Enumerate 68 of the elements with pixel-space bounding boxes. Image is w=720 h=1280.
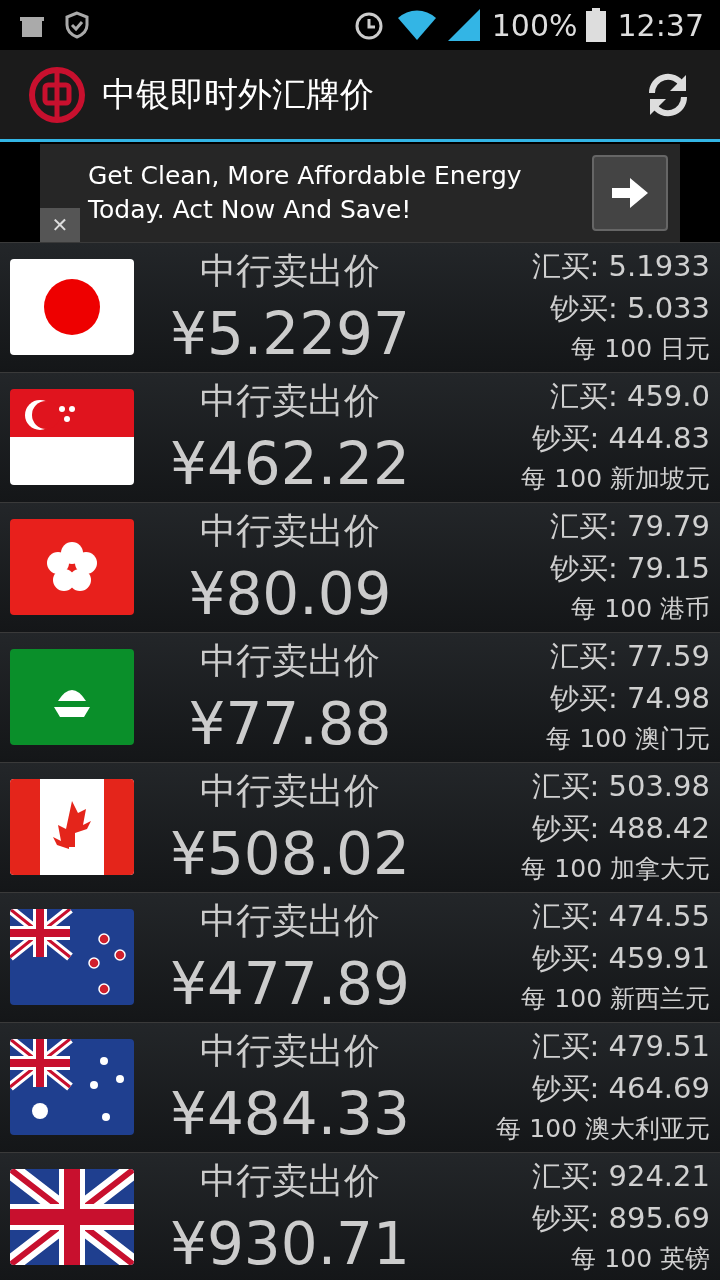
transfer-buy: 汇买: 474.55 (531, 898, 710, 935)
transfer-buy: 汇买: 77.59 (550, 638, 710, 675)
bank-logo-icon (28, 65, 86, 124)
cash-buy: 钞买: 444.83 (531, 420, 710, 457)
sell-label: 中行卖出价 (200, 1159, 380, 1203)
rate-row[interactable]: 中行卖出价 ¥5.2297 汇买: 5.1933 钞买: 5.033 每 100 日元 (0, 242, 720, 372)
app-title: 中银即时外汇牌价 (102, 73, 374, 116)
sell-price: ¥484.33 (170, 1079, 410, 1150)
flag-icon (10, 909, 134, 1005)
unit-label: 每 100 港币 (571, 593, 710, 625)
transfer-buy: 汇买: 459.0 (550, 378, 710, 415)
transfer-buy: 汇买: 924.21 (531, 1158, 710, 1195)
sell-label: 中行卖出价 (200, 769, 380, 813)
transfer-buy: 汇买: 503.98 (531, 768, 710, 805)
sell-label: 中行卖出价 (200, 249, 380, 293)
clock: 12:37 (617, 6, 704, 45)
sell-price: ¥80.09 (188, 559, 392, 630)
unit-label: 每 100 英镑 (571, 1243, 710, 1275)
ad-text[interactable]: Get Clean, More Affordable Energy Today. Act Now And Save! (88, 159, 548, 227)
transfer-buy: 汇买: 5.1933 (531, 248, 710, 285)
cash-buy: 钞买: 5.033 (550, 290, 710, 327)
battery-percent: 100% (491, 6, 578, 45)
battery-icon (585, 8, 606, 42)
rate-row[interactable]: 中行卖出价 ¥508.02 汇买: 503.98 钞买: 488.42 每 100 加拿大元 (0, 762, 720, 892)
rate-row[interactable]: 中行卖出价 ¥80.09 汇买: 79.79 钞买: 79.15 每 100 港币 (0, 502, 720, 632)
cash-buy: 钞买: 895.69 (531, 1200, 710, 1237)
rate-row[interactable]: 中行卖出价 ¥462.22 汇买: 459.0 钞买: 444.83 每 100 新加坡元 (0, 372, 720, 502)
unit-label: 每 100 新西兰元 (521, 983, 710, 1015)
cash-buy: 钞买: 74.98 (550, 680, 710, 717)
ad-close-button[interactable]: ✕ (40, 208, 80, 242)
shield-icon (64, 11, 90, 39)
flag-icon (10, 519, 134, 615)
sell-price: ¥930.71 (170, 1209, 410, 1280)
cash-buy: 钞买: 459.91 (531, 940, 710, 977)
sell-price: ¥462.22 (170, 429, 410, 500)
rate-row[interactable]: 中行卖出价 ¥930.71 汇买: 924.21 钞买: 895.69 每 100 英镑 (0, 1152, 720, 1280)
cash-buy: 钞买: 464.69 (531, 1070, 710, 1107)
sell-label: 中行卖出价 (200, 1029, 380, 1073)
sell-label: 中行卖出价 (200, 639, 380, 683)
transfer-buy: 汇买: 79.79 (550, 508, 710, 545)
rate-row[interactable]: 中行卖出价 ¥77.88 汇买: 77.59 钞买: 74.98 每 100 澳门元 (0, 632, 720, 762)
rate-row[interactable]: 中行卖出价 ¥484.33 汇买: 479.51 钞买: 464.69 每 100 澳大利亚元 (0, 1022, 720, 1152)
cash-buy: 钞买: 488.42 (531, 810, 710, 847)
unit-label: 每 100 加拿大元 (521, 853, 710, 885)
sell-label: 中行卖出价 (200, 379, 380, 423)
sell-price: ¥508.02 (170, 819, 410, 890)
flag-icon (10, 389, 134, 485)
unit-label: 每 100 澳门元 (546, 723, 710, 755)
flag-icon (10, 779, 134, 875)
arrow-icon (612, 178, 648, 208)
sell-label: 中行卖出价 (200, 899, 380, 943)
unit-label: 每 100 新加坡元 (521, 463, 710, 495)
transfer-buy: 汇买: 479.51 (531, 1028, 710, 1065)
signal-icon (447, 9, 480, 41)
sell-price: ¥77.88 (188, 689, 392, 760)
flag-icon (10, 259, 134, 355)
flag-icon (10, 1039, 134, 1135)
cash-buy: 钞买: 79.15 (550, 550, 710, 587)
sell-label: 中行卖出价 (200, 509, 380, 553)
ad-arrow-button[interactable] (592, 155, 668, 231)
flag-icon (10, 1169, 134, 1265)
wifi-icon (397, 10, 436, 40)
sell-price: ¥5.2297 (170, 299, 410, 370)
sell-price: ¥477.89 (170, 949, 410, 1020)
unit-label: 每 100 日元 (571, 333, 710, 365)
rate-row[interactable]: 中行卖出价 ¥477.89 汇买: 474.55 钞买: 459.91 每 100 新西兰元 (0, 892, 720, 1022)
unit-label: 每 100 澳大利亚元 (496, 1113, 710, 1145)
flag-icon (10, 649, 134, 745)
